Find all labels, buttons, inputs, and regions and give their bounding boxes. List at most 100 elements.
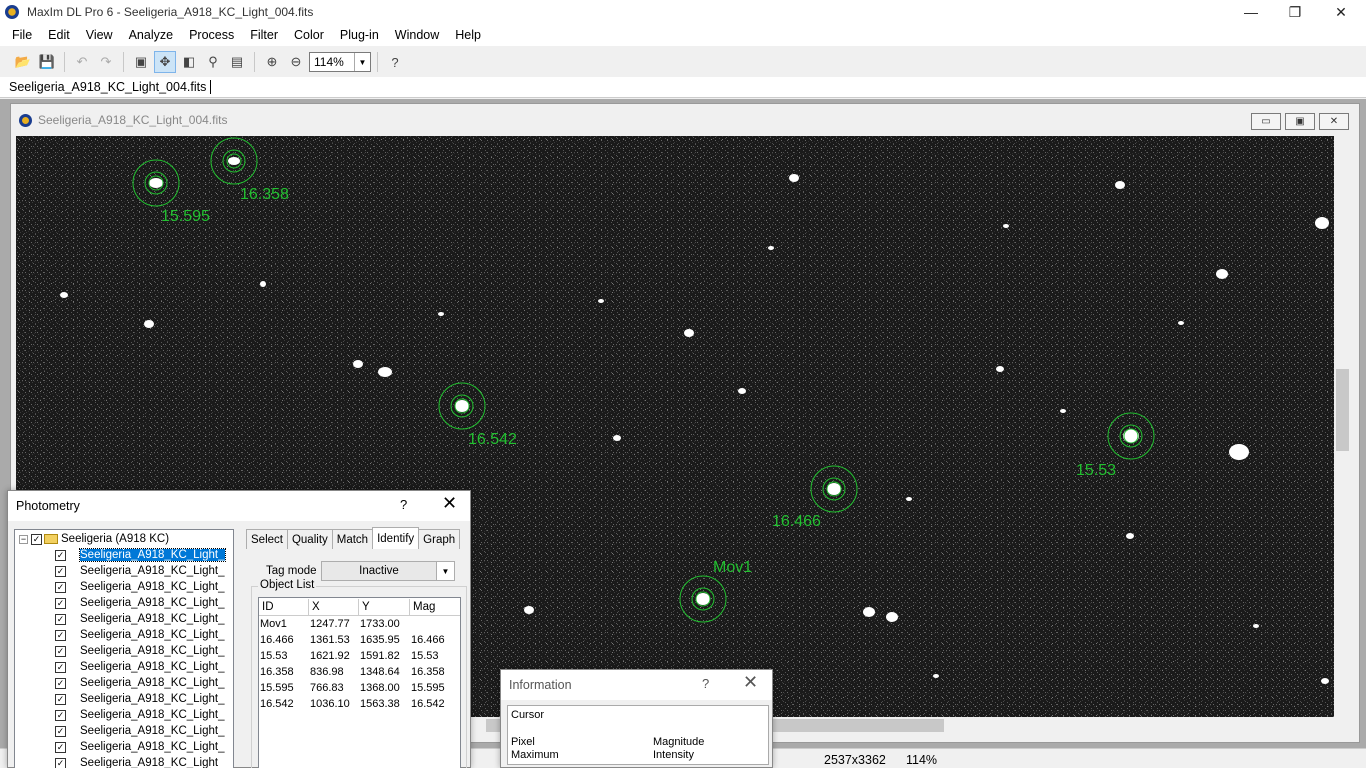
checkbox[interactable]: ✓ — [55, 613, 66, 625]
menu-process[interactable]: Process — [181, 28, 242, 42]
tree-item[interactable]: ✓ Seeligeria_A918_KC_Light_ — [55, 595, 225, 611]
tab-quality[interactable]: Quality — [286, 529, 333, 549]
column-header-id[interactable]: ID — [259, 599, 309, 616]
menu-window[interactable]: Window — [387, 28, 447, 42]
checkbox[interactable]: ✓ — [55, 629, 66, 641]
zoom-select[interactable]: 114% ▼ — [309, 52, 371, 72]
minimize-button[interactable]: — — [1228, 0, 1274, 24]
tree-item[interactable]: ✓ Seeligeria_A918_KC_Light_ — [55, 659, 225, 675]
tree-item[interactable]: ✓ Seeligeria_A918_KC_Light_ — [55, 723, 225, 739]
toolbar: 📂 💾 ↶ ↷ ▣ ✥ ◧ ⚲ ▤ ⊕ ⊖ 114% ▼ ? — [0, 48, 1366, 76]
object-list[interactable]: ID X Y Mag Mov1 1247.77 1733.00 16.466 1361.… — [258, 597, 461, 768]
checkbox[interactable]: ✓ — [55, 741, 66, 753]
tab-graph[interactable]: Graph — [418, 529, 461, 549]
app-titlebar: MaxIm DL Pro 6 - Seeligeria_A918_KC_Ligh… — [0, 0, 1366, 24]
close-button[interactable]: ✕ — [442, 493, 457, 514]
scroll-thumb[interactable] — [1336, 369, 1349, 451]
checkbox[interactable]: ✓ — [55, 597, 66, 609]
tree-item-label: Seeligeria_A918_KC_Light_ — [80, 693, 225, 705]
properties-icon[interactable]: ▤ — [226, 51, 248, 73]
tree-item[interactable]: ✓ Seeligeria_A918_KC_Light_ — [55, 627, 225, 643]
checkbox[interactable]: ✓ — [55, 693, 66, 705]
tree-item[interactable]: ✓ Seeligeria_A918_KC_Light_ — [55, 739, 225, 755]
checkbox[interactable]: ✓ — [55, 661, 66, 673]
zoom-in-icon[interactable]: ⊕ — [261, 51, 283, 73]
tree-item[interactable]: ✓ Seeligeria_A918_KC_Light_ — [55, 675, 225, 691]
help-button[interactable]: ? — [400, 497, 407, 512]
magnitude-label: Magnitude — [653, 736, 705, 748]
checkbox[interactable]: ✓ — [55, 645, 66, 657]
save-icon[interactable]: 💾 — [36, 51, 58, 73]
undo-icon[interactable]: ↶ — [71, 51, 93, 73]
image-maximize-button[interactable]: ▣ — [1285, 113, 1315, 130]
open-icon[interactable]: 📂 — [12, 51, 34, 73]
checkbox[interactable]: ✓ — [55, 709, 66, 721]
menu-filter[interactable]: Filter — [242, 28, 286, 42]
column-header-x[interactable]: X — [309, 599, 359, 616]
menu-edit[interactable]: Edit — [40, 28, 78, 42]
tree-item-label: Seeligeria_A918_KC_Light_ — [80, 645, 225, 657]
tree-item[interactable]: ✓ Seeligeria_A918_KC_Light_ — [55, 611, 225, 627]
photometry-titlebar[interactable]: Photometry ? ✕ — [8, 491, 470, 521]
zoom-out-icon[interactable]: ⊖ — [285, 51, 307, 73]
information-titlebar[interactable]: Information ? ✕ — [501, 670, 772, 700]
table-cell: 1635.95 — [360, 634, 400, 646]
help-button[interactable]: ? — [702, 676, 709, 691]
help-icon[interactable]: ? — [384, 51, 406, 73]
image-icon[interactable]: ▣ — [130, 51, 152, 73]
tree-root[interactable]: − ✓ Seeligeria (A918 KC) — [19, 531, 169, 547]
menu-help[interactable]: Help — [447, 28, 489, 42]
checkbox[interactable]: ✓ — [55, 677, 66, 689]
tree-item[interactable]: ✓ Seeligeria_A918_KC_Light_ — [55, 707, 225, 723]
tree-item-label: Seeligeria_A918_KC_Light_ — [80, 709, 225, 721]
menu-plugin[interactable]: Plug-in — [332, 28, 387, 42]
vertical-scrollbar[interactable] — [1334, 136, 1351, 717]
tree-item[interactable]: ✓ Seeligeria_A918_KC_Light — [55, 755, 218, 768]
tree-item[interactable]: ✓ Seeligeria_A918_KC_Light_ — [55, 579, 225, 595]
menu-view[interactable]: View — [78, 28, 121, 42]
close-button[interactable]: ✕ — [743, 672, 758, 693]
column-header-y[interactable]: Y — [359, 599, 410, 616]
column-header-mag[interactable]: Mag — [410, 599, 460, 616]
star-label: 15.53 — [1076, 462, 1116, 479]
flip-icon[interactable]: ◧ — [178, 51, 200, 73]
tree-item[interactable]: ✓ Seeligeria_A918_KC_Light_ — [55, 643, 225, 659]
checkbox[interactable]: ✓ — [55, 565, 66, 577]
image-minimize-button[interactable]: ▭ — [1251, 113, 1281, 130]
tree-item[interactable]: ✓ Seeligeria_A918_KC_Light_ — [55, 563, 225, 579]
table-cell: 16.358 — [411, 666, 445, 678]
redo-icon[interactable]: ↷ — [95, 51, 117, 73]
restore-button[interactable]: ❐ — [1272, 0, 1318, 24]
collapse-icon[interactable]: − — [19, 534, 28, 544]
checkbox[interactable]: ✓ — [55, 757, 66, 768]
tree-item[interactable]: ✓ Seeligeria_A918_KC_Light_ — [55, 547, 226, 563]
doc-tab[interactable]: Seeligeria_A918_KC_Light_004.fits — [0, 80, 212, 94]
pan-icon[interactable]: ✥ — [154, 51, 176, 73]
pin-icon[interactable]: ⚲ — [202, 51, 224, 73]
image-close-button[interactable]: ✕ — [1319, 113, 1349, 130]
tag-mode-select[interactable]: Inactive ▼ — [321, 561, 455, 581]
tree-item[interactable]: ✓ Seeligeria_A918_KC_Light_ — [55, 691, 225, 707]
checkbox[interactable]: ✓ — [31, 533, 42, 545]
menu-color[interactable]: Color — [286, 28, 332, 42]
tab-identify[interactable]: Identify — [372, 527, 420, 549]
chevron-down-icon[interactable]: ▼ — [354, 53, 370, 71]
tree-item-label: Seeligeria_A918_KC_Light_ — [80, 565, 225, 577]
checkbox[interactable]: ✓ — [55, 725, 66, 737]
chevron-down-icon[interactable]: ▼ — [436, 562, 454, 580]
checkbox[interactable]: ✓ — [55, 581, 66, 593]
tab-match[interactable]: Match — [331, 529, 374, 549]
tab-select[interactable]: Select — [246, 529, 288, 549]
image-window-titlebar[interactable]: Seeligeria_A918_KC_Light_004.fits — [11, 104, 1359, 136]
checkbox[interactable]: ✓ — [55, 549, 66, 561]
star — [996, 366, 1004, 372]
photometry-body: − ✓ Seeligeria (A918 KC) ✓ Seeligeria_A91… — [8, 521, 470, 768]
menu-file[interactable]: File — [4, 28, 40, 42]
table-cell: 15.595 — [260, 682, 294, 694]
image-tree[interactable]: − ✓ Seeligeria (A918 KC) ✓ Seeligeria_A91… — [14, 529, 234, 768]
star — [1253, 624, 1259, 628]
tree-item-label: Seeligeria_A918_KC_Light_ — [80, 677, 225, 689]
menu-analyze[interactable]: Analyze — [121, 28, 181, 42]
close-button[interactable]: ✕ — [1318, 0, 1364, 24]
star — [353, 360, 363, 368]
